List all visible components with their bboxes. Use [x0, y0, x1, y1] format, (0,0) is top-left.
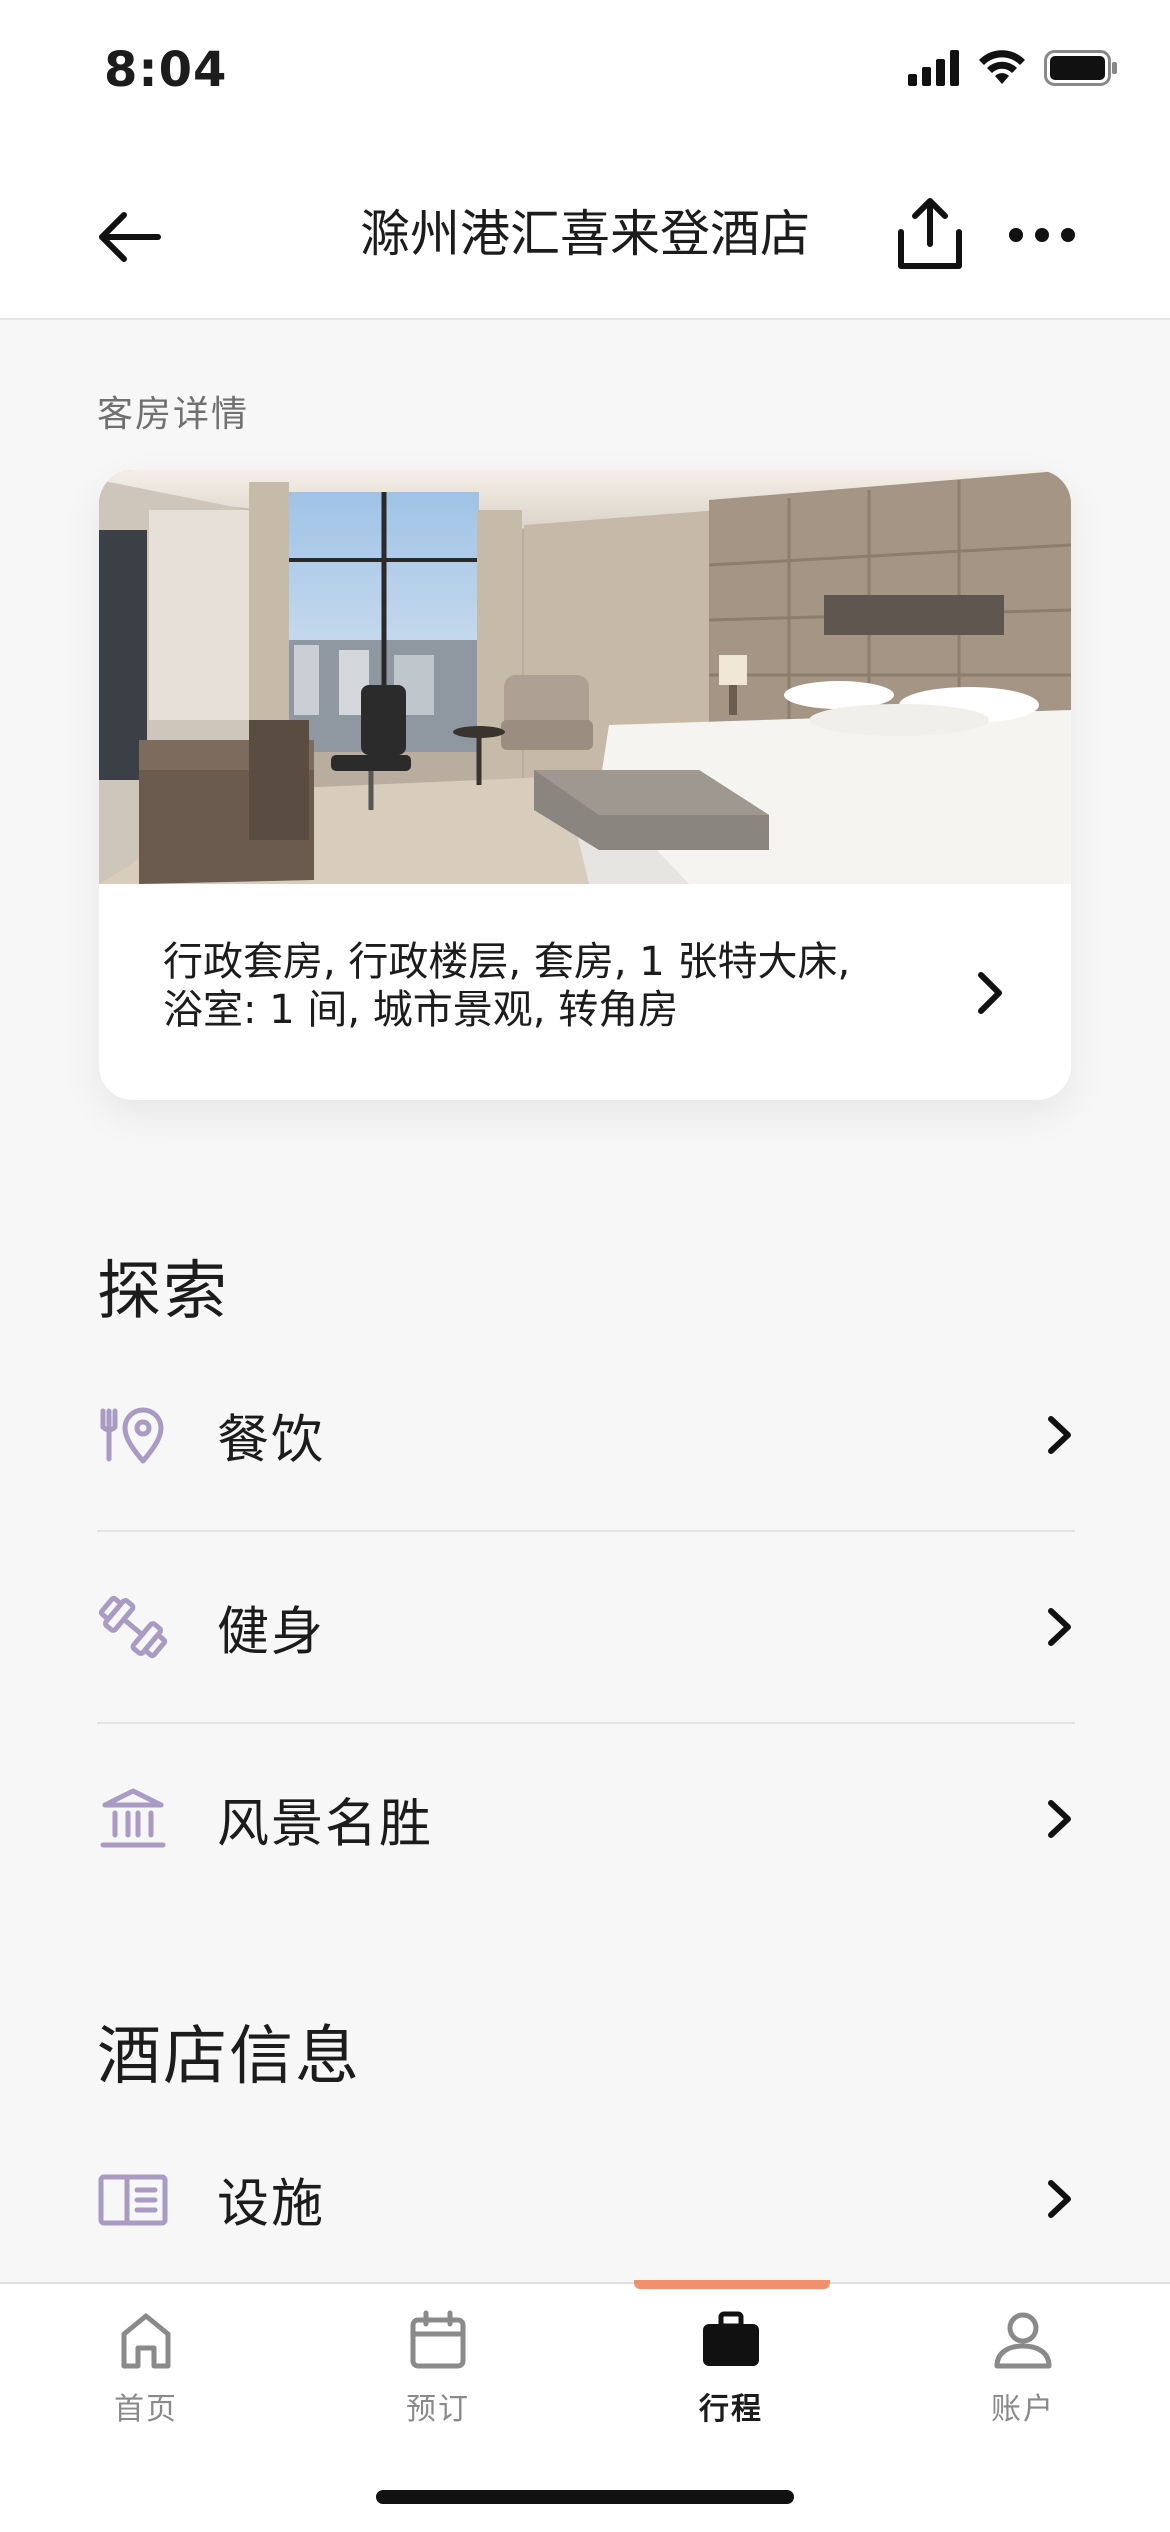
calendar-icon: [410, 2310, 466, 2369]
tab-home[interactable]: 首页: [46, 2308, 246, 2428]
room-details-label: 客房详情: [97, 394, 250, 435]
list-item-attractions[interactable]: 风景名胜: [97, 1724, 1075, 1914]
room-description-line-2: 浴室: 1 间, 城市景观, 转角房: [163, 987, 679, 1033]
tab-bookings[interactable]: 预订: [338, 2308, 538, 2428]
tab-account[interactable]: 账户: [923, 2308, 1123, 2428]
room-photo: [99, 470, 1071, 884]
person-icon: [994, 2312, 1052, 2369]
page-title: 滁州港汇喜来登酒店: [360, 205, 810, 263]
chevron-right-icon: [1048, 1416, 1071, 1454]
room-card[interactable]: 行政套房, 行政楼层, 套房, 1 张特大床, 浴室: 1 间, 城市景观, 转…: [99, 470, 1071, 1100]
battery-icon: [1044, 50, 1117, 86]
room-description: 行政套房, 行政楼层, 套房, 1 张特大床, 浴室: 1 间, 城市景观, 转…: [163, 938, 923, 1034]
status-time: 8:04: [104, 42, 228, 98]
hotel-info-heading: 酒店信息: [97, 2020, 361, 2094]
landmark-icon: [100, 1788, 166, 1848]
chevron-right-icon: [1048, 2180, 1071, 2218]
chevron-right-icon[interactable]: [973, 970, 1009, 1016]
room-description-line-1: 行政套房, 行政楼层, 套房, 1 张特大床,: [163, 939, 851, 985]
active-tab-indicator: [634, 2280, 830, 2289]
share-icon[interactable]: [895, 196, 965, 272]
home-icon: [121, 2313, 171, 2369]
list-item-dining[interactable]: 餐饮: [97, 1340, 1075, 1530]
tab-trips-label: 行程: [699, 2392, 763, 2427]
tab-trips[interactable]: 行程: [631, 2308, 831, 2428]
tab-account-label: 账户: [991, 2392, 1055, 2427]
home-indicator[interactable]: [376, 2490, 794, 2504]
tab-home-label: 首页: [114, 2392, 178, 2427]
chevron-right-icon: [1048, 1608, 1071, 1646]
attractions-label: 风景名胜: [217, 1794, 434, 1855]
more-options-icon[interactable]: [1006, 210, 1078, 260]
facilities-book-icon: [98, 2174, 168, 2226]
list-item-fitness[interactable]: 健身: [97, 1532, 1075, 1722]
dining-label: 餐饮: [217, 1410, 326, 1471]
briefcase-icon: [703, 2311, 759, 2366]
cellular-signal-icon: [908, 50, 959, 86]
wifi-icon: [979, 50, 1025, 84]
fitness-label: 健身: [217, 1602, 326, 1663]
dining-location-icon: [100, 1407, 164, 1464]
facilities-label: 设施: [217, 2174, 326, 2235]
explore-heading: 探索: [97, 1255, 229, 1329]
navigation-bar: 滁州港汇喜来登酒店: [0, 150, 1170, 320]
list-item-facilities[interactable]: 设施: [97, 2104, 1075, 2294]
chevron-right-icon: [1048, 1800, 1071, 1838]
back-arrow-icon[interactable]: [96, 202, 166, 272]
status-bar: 8:04: [0, 0, 1170, 150]
tab-bookings-label: 预订: [406, 2392, 470, 2427]
dumbbell-icon: [98, 1595, 168, 1659]
status-icons: [908, 50, 1118, 86]
